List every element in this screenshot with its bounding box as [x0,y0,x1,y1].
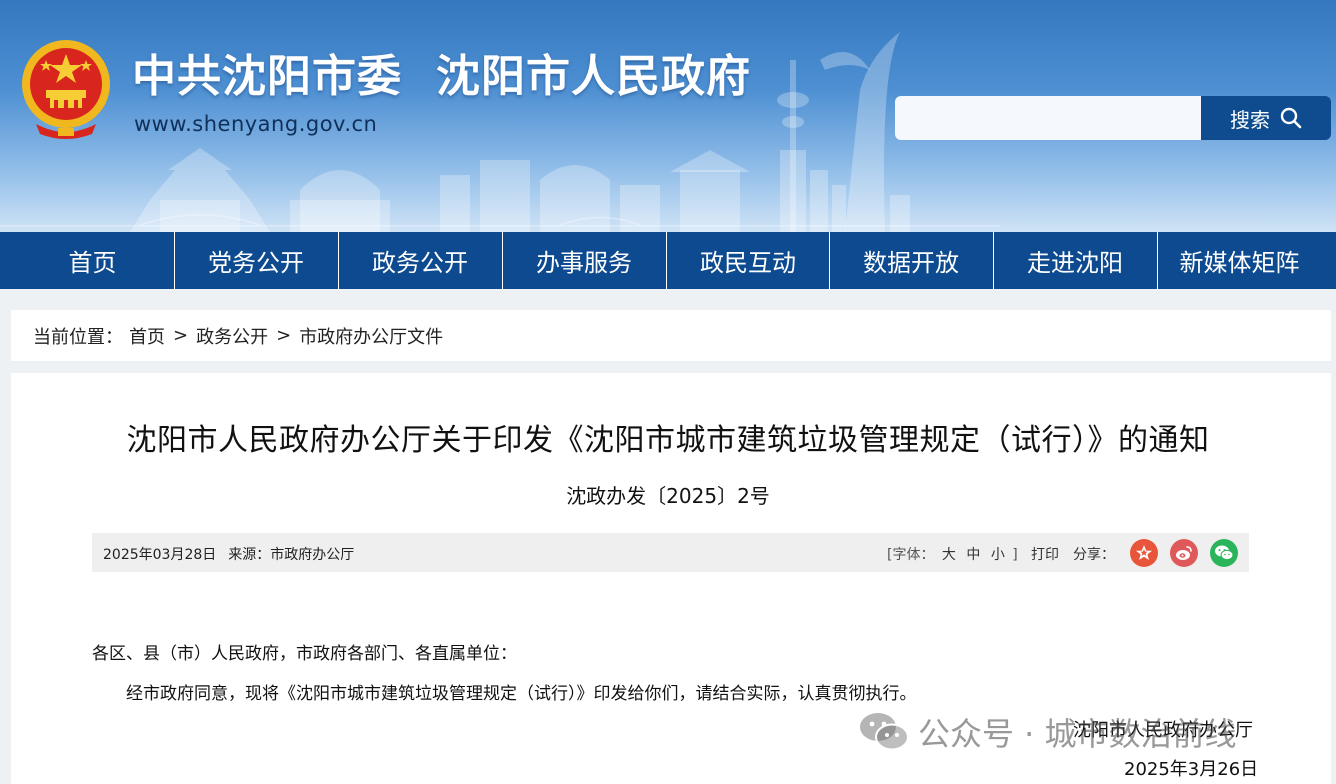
breadcrumb-separator: > [276,325,292,346]
print-button[interactable]: 打印 [1031,544,1059,564]
breadcrumb-government-affairs[interactable]: 政务公开 [196,323,268,349]
nav-item-services[interactable]: 办事服务 [502,232,665,289]
article-paragraph: 经市政府同意，现将《沈阳市城市建筑垃圾管理规定（试行）》印发给你们，请结合实际，… [126,684,917,704]
header-banner: 中共沈阳市委 沈阳市人民政府 www.shenyang.gov.cn 搜索 [0,0,1336,232]
font-size-medium[interactable]: 中 [966,547,980,563]
national-emblem-icon [22,40,110,139]
nav-item-interaction[interactable]: 政民互动 [666,232,829,289]
salutation: 各区、县（市）人民政府，市政府各部门、各直属单位： [92,644,517,664]
article-info-bar: 2025年03月28日 来源：市政府办公厅 [字体： 大 中 小 ] 打印 分享： [92,533,1249,572]
site-title-government: 沈阳市人民政府 [436,51,751,102]
font-size-control: [字体： 大 中 小 ] [887,544,1018,564]
nav-item-new-media[interactable]: 新媒体矩阵 [1157,232,1321,289]
search-icon [1280,107,1302,129]
breadcrumb-office-documents[interactable]: 市政府办公厅文件 [299,323,443,349]
article-source: 来源：市政府办公厅 [228,547,355,563]
search-button-label: 搜索 [1230,107,1270,132]
nav-item-party-affairs[interactable]: 党务公开 [174,232,337,289]
font-label-open: [字体： [887,547,935,563]
site-url: www.shenyang.gov.cn [134,112,378,136]
wechat-icon [1215,545,1234,561]
font-size-small[interactable]: 小 [991,547,1005,563]
search-button[interactable]: 搜索 [1201,96,1331,140]
signature-date: 2025年3月26日 [1124,759,1259,780]
font-label-close: ] [1012,547,1018,563]
site-title: 中共沈阳市委 沈阳市人民政府 [132,40,751,104]
site-title-party: 中共沈阳市委 [132,51,402,102]
breadcrumb-label: 当前位置： [33,326,123,348]
nav-item-open-data[interactable]: 数据开放 [829,232,992,289]
party-emblem-icon [1136,545,1152,560]
nav-item-about-shenyang[interactable]: 走进沈阳 [993,232,1156,289]
share-party-button[interactable] [1130,539,1158,567]
search-input[interactable] [895,96,1201,140]
breadcrumb-home[interactable]: 首页 [129,323,165,349]
publish-date: 2025年03月28日 [103,547,217,563]
document-number: 沈政办发〔2025〕2号 [566,484,770,508]
share-label: 分享： [1073,547,1115,563]
weibo-icon [1176,546,1192,560]
share-weibo-button[interactable] [1170,539,1198,567]
breadcrumb-separator: > [173,325,189,346]
article-title: 沈阳市人民政府办公厅关于印发《沈阳市城市建筑垃圾管理规定（试行）》的通知 [126,423,1210,458]
nav-item-home[interactable]: 首页 [11,232,174,289]
signature: 沈阳市人民政府办公厅 [1073,720,1253,741]
font-size-large[interactable]: 大 [942,547,956,563]
breadcrumb: 当前位置： 首页 > 政务公开 > 市政府办公厅文件 [11,310,1331,361]
main-nav: 首页 党务公开 政务公开 办事服务 政民互动 数据开放 走进沈阳 新媒体矩阵 [0,232,1336,289]
nav-item-government-affairs[interactable]: 政务公开 [338,232,501,289]
share-wechat-button[interactable] [1210,539,1238,567]
